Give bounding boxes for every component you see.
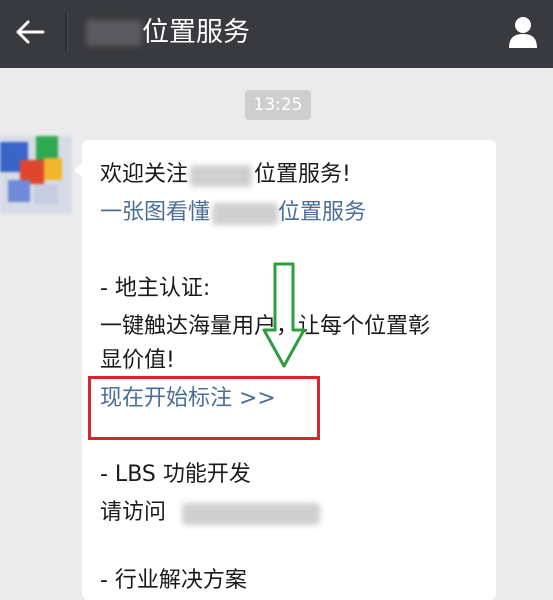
section-landlord-title: - 地主认证: [100,276,211,301]
top-bar: 位置服务 [0,0,553,68]
header-divider [65,14,68,50]
person-icon [509,17,537,48]
redacted-name [212,203,278,225]
highlight-box [88,376,320,440]
profile-button[interactable] [503,12,543,52]
avatar[interactable] [0,136,72,214]
back-button[interactable] [10,12,50,52]
redacted-title-part [86,20,142,46]
message-timestamp: 13:25 [245,90,311,120]
welcome-prefix: 欢迎关注 [100,162,189,187]
page-title: 位置服务 [142,17,250,48]
section-lbs-title: - LBS 功能开发 [100,462,251,487]
intro-link-suffix[interactable]: 位置服务 [278,198,366,228]
down-arrow-icon [262,262,306,368]
section-landlord-body-2: 显价值! [100,348,175,373]
redacted-name [190,165,252,187]
intro-link-prefix[interactable]: 一张图看懂 [100,198,210,228]
redacted-url [182,503,320,525]
welcome-suffix: 位置服务! [254,162,351,187]
section-solutions-title: - 行业解决方案 [100,568,247,593]
back-arrow-icon [16,20,45,44]
section-lbs-body: 请访问 [100,500,167,525]
